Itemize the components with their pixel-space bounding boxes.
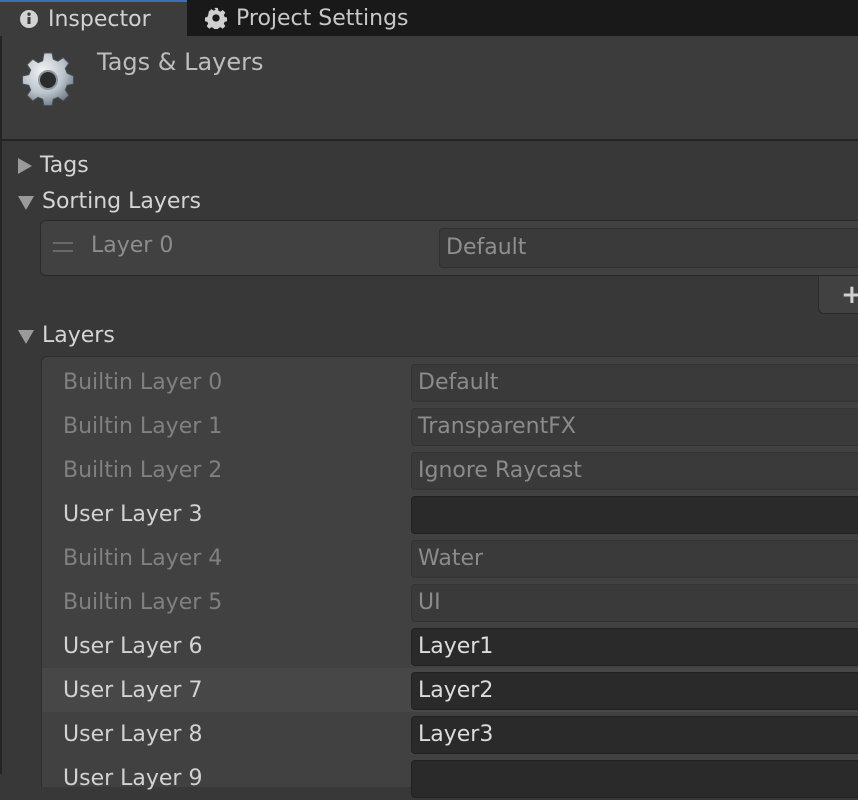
layer-label: User Layer 3 [63,502,203,527]
tags-layers-panel: Tags Sorting Layers Layer 0 Default + La… [0,141,858,798]
layer-row: User Layer 7 Layer2 [42,668,858,712]
layer-row: Builtin Layer 5 UI [42,580,858,624]
gear-icon [205,7,227,29]
inspector-header: Tags & Layers [0,36,858,141]
layer-label: User Layer 7 [63,678,203,703]
layer-row: Builtin Layer 1 TransparentFX [42,404,858,448]
layer-row: User Layer 9 [42,756,858,800]
layer-row: User Layer 3 [42,492,858,536]
foldout-label: Sorting Layers [42,189,201,214]
layer-label: User Layer 8 [63,722,203,747]
layers-list: Builtin Layer 0 Default Builtin Layer 1 … [41,356,858,798]
layer-name-field: Water [411,540,858,578]
layer-row: User Layer 6 Layer1 [42,624,858,668]
layer-label: Builtin Layer 5 [63,590,223,615]
info-icon [19,9,39,29]
layer-name-field[interactable]: Layer3 [411,716,858,754]
layer-label: Builtin Layer 0 [63,370,223,395]
layer-label: User Layer 6 [63,634,203,659]
gear-settings-icon [18,50,78,114]
sorting-layer-name: Layer 0 [91,233,174,258]
add-sorting-layer-button[interactable]: + [818,276,858,314]
sorting-layer-field[interactable]: Default [439,228,858,268]
triangle-down-icon [18,329,34,344]
foldout-label: Layers [42,323,115,348]
tab-bar: Inspector Project Settings [0,0,858,36]
layer-name-field[interactable] [411,760,858,798]
foldout-label: Tags [40,153,89,178]
foldout-layers[interactable]: Layers [18,323,115,348]
layer-name-field: UI [411,584,858,622]
foldout-sorting-layers[interactable]: Sorting Layers [18,189,201,214]
layer-label: Builtin Layer 4 [63,546,223,571]
plus-icon: + [841,280,858,310]
layer-name-field[interactable]: Layer1 [411,628,858,666]
layer-name-field: Default [411,364,858,402]
layer-name-field[interactable] [411,496,858,534]
layer-label: Builtin Layer 2 [63,458,223,483]
foldout-tags[interactable]: Tags [18,153,89,178]
layer-row: Builtin Layer 0 Default [42,360,858,404]
page-title: Tags & Layers [97,48,264,76]
tab-inspector[interactable]: Inspector [0,0,187,36]
layer-row: Builtin Layer 2 Ignore Raycast [42,448,858,492]
tab-label: Inspector [48,6,151,32]
layer-row: User Layer 8 Layer3 [42,712,858,756]
layer-label: Builtin Layer 1 [63,414,223,439]
tab-project-settings[interactable]: Project Settings [205,0,409,36]
layer-name-field: TransparentFX [411,408,858,446]
triangle-right-icon [18,157,32,174]
triangle-down-icon [18,195,34,210]
drag-handle-icon[interactable] [53,242,73,252]
layer-row: Builtin Layer 4 Water [42,536,858,580]
layer-name-field[interactable]: Layer2 [411,672,858,710]
sorting-layers-list: Layer 0 Default [40,220,858,276]
layer-label: User Layer 9 [63,766,203,791]
tab-label: Project Settings [236,5,409,31]
layer-name-field: Ignore Raycast [411,452,858,490]
